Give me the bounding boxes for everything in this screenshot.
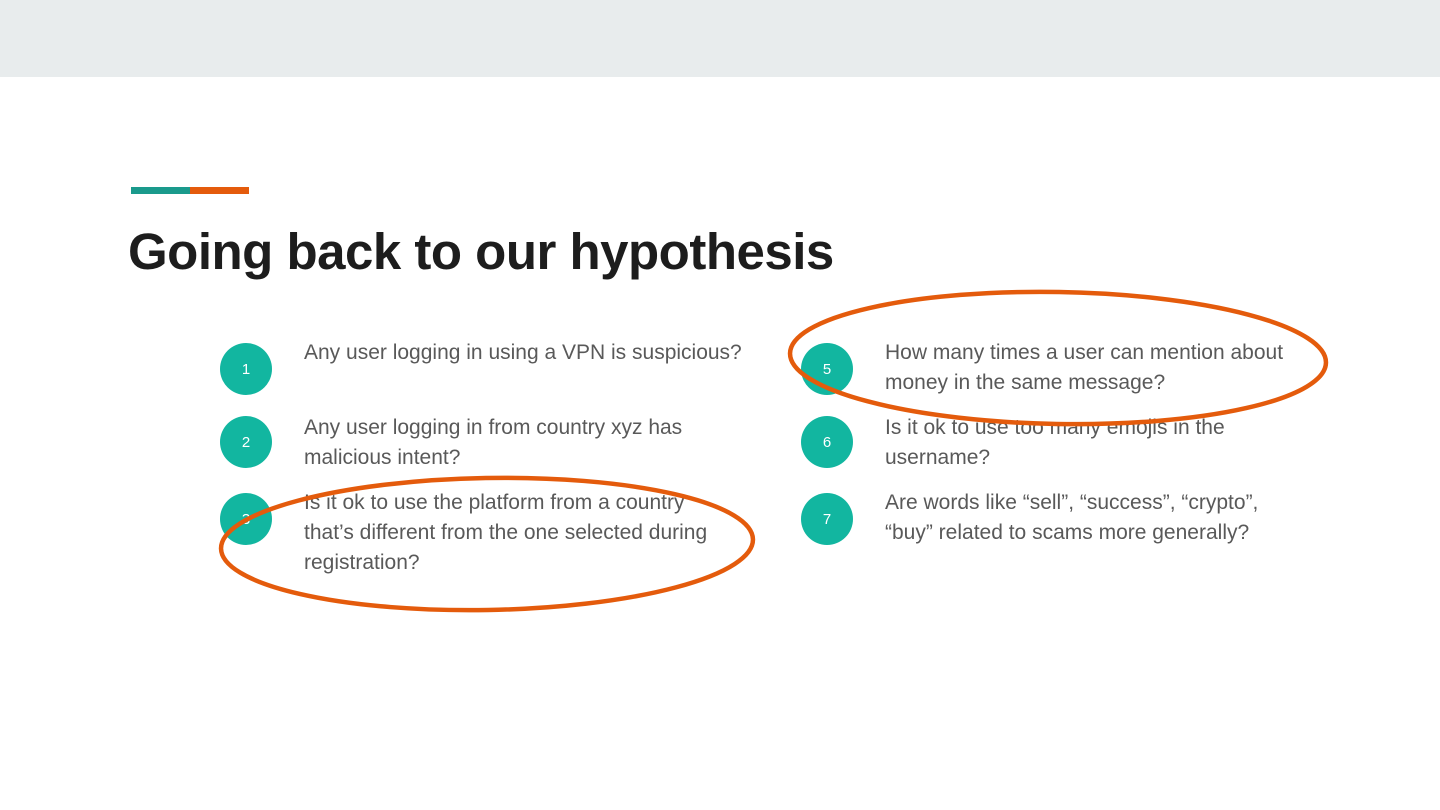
number-badge-5: 5 — [801, 343, 853, 395]
hypothesis-item-1: Any user logging in using a VPN is suspi… — [304, 341, 742, 364]
slide: Going back to our hypothesis 1 Any user … — [0, 0, 1440, 810]
header-band — [0, 0, 1440, 77]
hypothesis-item-3: Is it ok to use the platform from a coun… — [304, 491, 708, 574]
accent-bar-orange — [190, 187, 249, 194]
accent-bar-teal — [131, 187, 190, 194]
hypothesis-item-7: Are words like “sell”, “success”, “crypt… — [885, 491, 1259, 544]
hypothesis-item-2: Any user logging in from country xyz has… — [304, 416, 683, 469]
slide-title: Going back to our hypothesis — [128, 223, 834, 280]
hypothesis-item-6: Is it ok to use too many emojis in the u… — [885, 416, 1225, 469]
number-badge-7: 7 — [801, 493, 853, 545]
hypothesis-item-5: How many times a user can mention about … — [885, 341, 1284, 394]
number-badge-6: 6 — [801, 416, 853, 468]
circle-annotations — [218, 289, 1329, 613]
number-badge-2: 2 — [220, 416, 272, 468]
number-badge-1: 1 — [220, 343, 272, 395]
number-badge-3: 3 — [220, 493, 272, 545]
